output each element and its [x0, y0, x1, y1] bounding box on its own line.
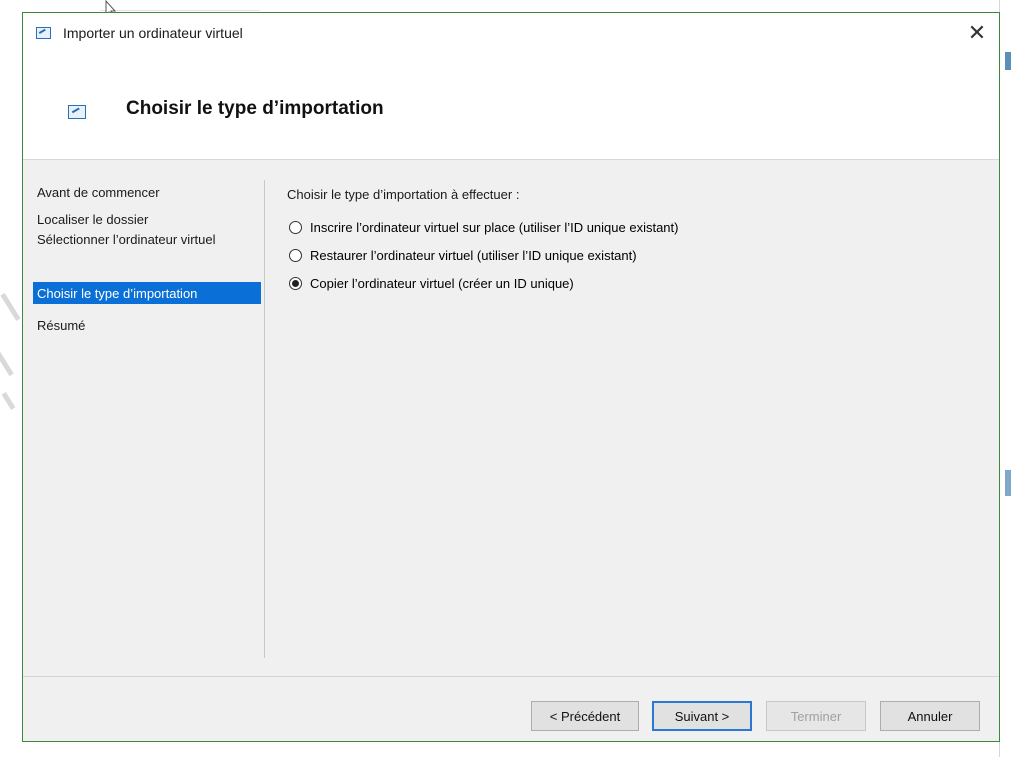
next-button[interactable]: Suivant >	[652, 701, 752, 731]
close-button[interactable]: ✕	[955, 13, 999, 55]
radio-label: Inscrire l’ordinateur virtuel sur place …	[310, 220, 679, 235]
nav-item-resume[interactable]: Résumé	[33, 316, 261, 335]
import-vm-icon	[36, 27, 51, 39]
background-window-top	[100, 0, 260, 11]
radio-button-selected[interactable]	[289, 277, 302, 290]
wizard-steps-nav: Avant de commencer Localiser le dossier …	[23, 160, 266, 660]
radio-option-copy[interactable]: Copier l’ordinateur virtuel (créer un ID…	[289, 276, 574, 291]
background-window-left	[0, 0, 22, 757]
radio-button[interactable]	[289, 249, 302, 262]
footer-separator	[23, 676, 999, 677]
nav-item-selectionner-ordinateur[interactable]: Sélectionner l’ordinateur virtuel	[33, 230, 233, 249]
nav-item-avant-de-commencer[interactable]: Avant de commencer	[33, 183, 261, 202]
finish-button[interactable]: Terminer	[766, 701, 866, 731]
radio-option-restore[interactable]: Restaurer l’ordinateur virtuel (utiliser…	[289, 248, 637, 263]
cancel-button[interactable]: Annuler	[880, 701, 980, 731]
import-vm-dialog: Importer un ordinateur virtuel ✕ Choisir…	[22, 12, 1000, 742]
nav-item-choisir-type-importation[interactable]: Choisir le type d’importation	[33, 282, 261, 304]
radio-option-register-in-place[interactable]: Inscrire l’ordinateur virtuel sur place …	[289, 220, 678, 235]
radio-label: Copier l’ordinateur virtuel (créer un ID…	[310, 276, 574, 291]
radio-button[interactable]	[289, 221, 302, 234]
radio-label: Restaurer l’ordinateur virtuel (utiliser…	[310, 248, 637, 263]
previous-button[interactable]: < Précédent	[531, 701, 639, 731]
window-title: Importer un ordinateur virtuel	[63, 25, 243, 41]
background-window-right	[999, 0, 1013, 757]
import-type-prompt: Choisir le type d’importation à effectue…	[287, 187, 520, 202]
wizard-header: Choisir le type d’importation	[23, 55, 999, 160]
nav-item-localiser-le-dossier[interactable]: Localiser le dossier	[33, 210, 261, 229]
page-title: Choisir le type d’importation	[126, 98, 384, 119]
background-window-mark	[1005, 470, 1011, 496]
title-bar: Importer un ordinateur virtuel ✕	[23, 13, 999, 55]
nav-divider	[264, 180, 265, 658]
background-window-mark	[1005, 52, 1011, 70]
import-vm-icon	[68, 105, 86, 119]
